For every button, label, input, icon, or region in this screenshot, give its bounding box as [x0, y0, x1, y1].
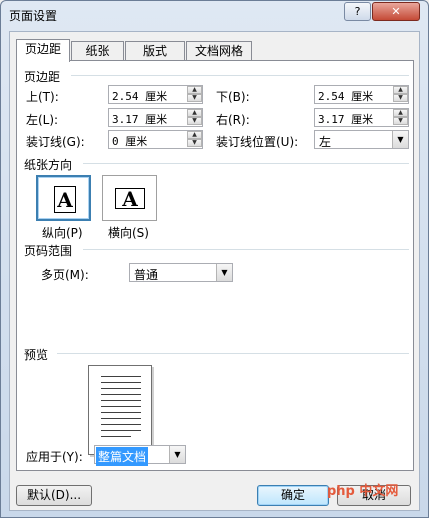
- spin-up-icon[interactable]: ▲: [393, 109, 408, 117]
- close-button[interactable]: ✕: [372, 2, 420, 21]
- landscape-label: 横向(S): [108, 226, 149, 240]
- bottom-margin-label: 下(B):: [216, 90, 250, 104]
- preview-text-line: [101, 388, 141, 389]
- chevron-down-icon[interactable]: ▼: [392, 131, 408, 148]
- orientation-section-title: 纸张方向: [24, 158, 73, 172]
- margins-section-title: 页边距: [24, 70, 61, 84]
- preview-text-line: [101, 430, 141, 431]
- ok-button[interactable]: 确定: [257, 485, 329, 506]
- title-bar: 页面设置 ? ✕: [1, 1, 428, 29]
- chevron-down-icon[interactable]: ▼: [169, 446, 185, 463]
- apply-to-label: 应用于(Y):: [26, 450, 83, 464]
- spin-down-icon[interactable]: ▼: [393, 94, 408, 102]
- close-icon: ✕: [391, 5, 401, 18]
- pages-section-title: 页码范围: [24, 244, 73, 258]
- default-button[interactable]: 默认(D)...: [16, 485, 92, 506]
- portrait-label: 纵向(P): [42, 226, 83, 240]
- preview-text-line: [101, 412, 141, 413]
- dialog-body: 页边距 纸张 版式 文档网格 页边距 上(T): 2.54 厘米 ▲ ▼ 下(B)…: [9, 31, 420, 511]
- help-button[interactable]: ?: [344, 2, 371, 21]
- right-margin-input[interactable]: 3.17 厘米 ▲ ▼: [314, 108, 409, 127]
- spin-down-icon[interactable]: ▼: [187, 94, 202, 102]
- divider: [57, 353, 409, 354]
- preview-text-line: [101, 400, 141, 401]
- top-margin-label: 上(T):: [26, 90, 59, 104]
- spin-down-icon[interactable]: ▼: [393, 117, 408, 125]
- gutter-input[interactable]: 0 厘米 ▲ ▼: [108, 130, 203, 149]
- multiple-pages-select[interactable]: 普通 ▼: [129, 263, 233, 282]
- apply-to-select[interactable]: 整篇文档 ▼: [94, 445, 186, 466]
- tab-layout[interactable]: 版式: [125, 41, 185, 61]
- spin-down-icon[interactable]: ▼: [187, 117, 202, 125]
- divider: [71, 75, 409, 76]
- preview-text-line: [101, 376, 141, 377]
- gutter-position-label: 装订线位置(U):: [216, 135, 299, 149]
- preview-text-line: [101, 418, 141, 419]
- tab-document-grid[interactable]: 文档网格: [186, 41, 252, 61]
- margins-panel: 页边距 上(T): 2.54 厘米 ▲ ▼ 下(B): 2.54 厘米 ▲ ▼ 左(…: [16, 60, 414, 471]
- watermark-logo: php 中文网: [327, 484, 399, 499]
- spin-up-icon[interactable]: ▲: [187, 109, 202, 117]
- gutter-label: 装订线(G):: [26, 135, 85, 149]
- tab-paper[interactable]: 纸张: [71, 41, 124, 61]
- right-margin-label: 右(R):: [216, 113, 250, 127]
- page-setup-dialog: 页面设置 ? ✕ 页边距 纸张 版式 文档网格 页边距 上(T): 2.54 厘…: [0, 0, 429, 518]
- spin-up-icon[interactable]: ▲: [187, 86, 202, 94]
- landscape-page-icon: A: [115, 188, 145, 209]
- tab-margins[interactable]: 页边距: [16, 39, 70, 62]
- preview-text-line: [101, 394, 141, 395]
- preview-text-line: [101, 436, 131, 437]
- window-title: 页面设置: [9, 9, 58, 23]
- spin-down-icon[interactable]: ▼: [187, 139, 202, 147]
- preview-section-title: 预览: [24, 348, 49, 362]
- spin-up-icon[interactable]: ▲: [393, 86, 408, 94]
- preview-text-line: [101, 424, 141, 425]
- left-margin-label: 左(L):: [26, 113, 59, 127]
- landscape-option[interactable]: A: [102, 175, 157, 221]
- gutter-position-select[interactable]: 左 ▼: [314, 130, 409, 149]
- divider: [83, 249, 409, 250]
- portrait-page-icon: A: [54, 186, 76, 213]
- divider: [83, 163, 409, 164]
- portrait-option[interactable]: A: [36, 175, 91, 221]
- chevron-down-icon[interactable]: ▼: [216, 264, 232, 281]
- left-margin-input[interactable]: 3.17 厘米 ▲ ▼: [108, 108, 203, 127]
- help-icon: ?: [354, 5, 361, 18]
- preview-text-line: [101, 382, 141, 383]
- spin-up-icon[interactable]: ▲: [187, 131, 202, 139]
- top-margin-input[interactable]: 2.54 厘米 ▲ ▼: [108, 85, 203, 104]
- multiple-pages-label: 多页(M):: [41, 268, 89, 282]
- preview-page: [88, 365, 152, 455]
- preview-text-line: [101, 406, 141, 407]
- bottom-margin-input[interactable]: 2.54 厘米 ▲ ▼: [314, 85, 409, 104]
